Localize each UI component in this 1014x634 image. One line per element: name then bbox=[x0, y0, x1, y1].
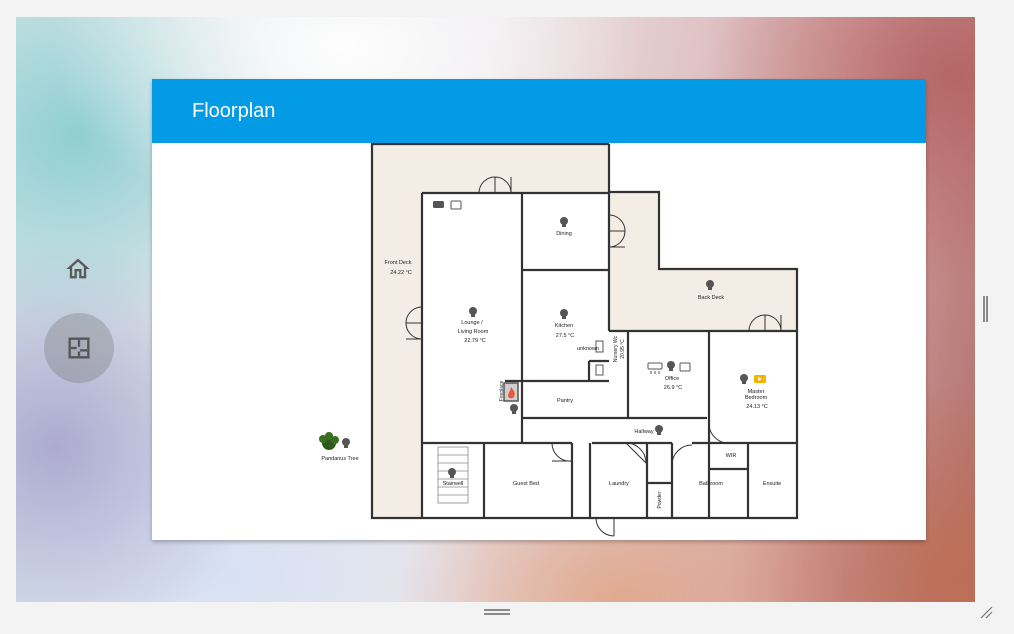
room-label-lounge-2: Living Room bbox=[458, 329, 489, 335]
room-label-guest-bed[interactable]: Guest Bed bbox=[513, 481, 539, 487]
room-label-bathroom[interactable]: Bathroom bbox=[699, 481, 723, 487]
temp-lounge: 22.79 °C bbox=[464, 338, 485, 344]
room-label-unknown: unknown bbox=[577, 346, 599, 352]
card-title: Floorplan bbox=[152, 79, 926, 143]
tree-icon bbox=[319, 432, 339, 450]
room-label-pandanus[interactable]: Pandanus Tree bbox=[321, 456, 358, 462]
dashboard-viewport: Floorplan Front Deck 24.22 °C Dining Bac… bbox=[16, 17, 975, 602]
room-label-lounge[interactable]: Lounge / bbox=[461, 320, 483, 326]
room-label-pantry[interactable]: Pantry bbox=[557, 398, 573, 404]
room-label-kitchen[interactable]: Kitchen bbox=[555, 323, 573, 329]
floorplan-svg: Front Deck 24.22 °C Dining Back Deck Lou… bbox=[319, 143, 799, 537]
resize-grip-icon[interactable] bbox=[979, 605, 993, 619]
home-icon bbox=[66, 258, 90, 279]
room-label-fireplace[interactable]: Fireplace bbox=[499, 381, 505, 402]
temp-front-deck: 24.22 °C bbox=[390, 270, 411, 276]
floorplan-card: Floorplan Front Deck 24.22 °C Dining Bac… bbox=[152, 79, 926, 540]
temp-nursery: 20.95 °C bbox=[620, 339, 626, 359]
bottom-panel-handle[interactable] bbox=[484, 609, 510, 615]
room-label-stairwell[interactable]: Stairwell bbox=[443, 481, 464, 487]
temp-kitchen: 27.5 °C bbox=[556, 333, 574, 339]
app-frame: Floorplan Front Deck 24.22 °C Dining Bac… bbox=[0, 0, 1014, 634]
room-label-office[interactable]: Office bbox=[665, 376, 679, 382]
room-label-back-deck[interactable]: Back Deck bbox=[698, 295, 725, 301]
room-label-hallway[interactable]: Hallway bbox=[634, 429, 654, 435]
room-label-laundry[interactable]: Laundry bbox=[609, 481, 629, 487]
entry-door bbox=[595, 517, 615, 537]
media-player-icon[interactable] bbox=[433, 201, 444, 208]
nav-floorplan-button[interactable] bbox=[44, 313, 114, 383]
nav-home-button[interactable] bbox=[63, 254, 93, 284]
temp-master: 24.13 °C bbox=[746, 404, 767, 410]
room-label-ensuite[interactable]: Ensuite bbox=[763, 481, 781, 487]
room-label-master-2: Bedroom bbox=[745, 395, 768, 401]
lightbulb-icon bbox=[342, 438, 350, 448]
house-east-interior bbox=[609, 331, 797, 518]
temp-office: 26.9 °C bbox=[664, 385, 682, 391]
back-deck-area bbox=[609, 192, 797, 331]
floorplan-icon bbox=[68, 337, 90, 359]
room-label-powder[interactable]: Powder bbox=[657, 491, 663, 508]
room-label-wir[interactable]: WIR bbox=[726, 453, 737, 459]
room-label-front-deck[interactable]: Front Deck bbox=[385, 260, 412, 266]
room-label-dining[interactable]: Dining bbox=[556, 231, 572, 237]
right-panel-handle[interactable] bbox=[983, 296, 988, 322]
room-label-nursery[interactable]: Nursery Wc bbox=[613, 335, 619, 362]
